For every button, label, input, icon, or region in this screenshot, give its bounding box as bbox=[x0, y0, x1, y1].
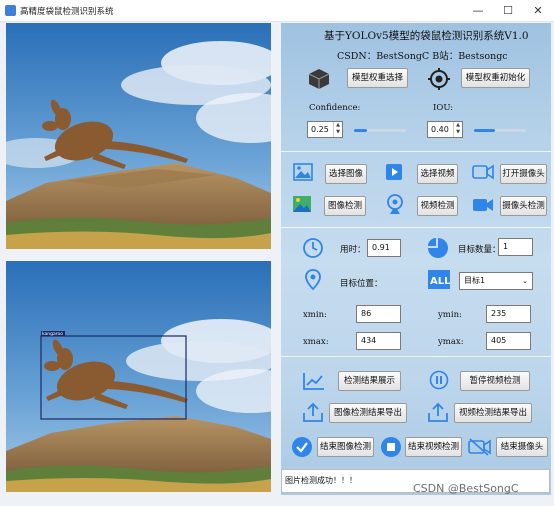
original-image-panel bbox=[6, 23, 271, 249]
xmax-label: xmax: bbox=[303, 337, 329, 347]
clock-icon bbox=[303, 238, 323, 258]
select-weights-button[interactable]: 模型权重选择 bbox=[347, 68, 408, 88]
camera-off-icon bbox=[468, 438, 491, 456]
select-image-button[interactable]: 选择图像 bbox=[325, 164, 367, 184]
iou-spinbox[interactable]: 0.40 ▲ ▼ bbox=[427, 121, 463, 138]
camera-icon bbox=[472, 164, 494, 180]
xmax-field: 434 bbox=[356, 332, 401, 350]
detection-label: kangaroo bbox=[42, 331, 63, 337]
maximize-button[interactable]: ☐ bbox=[493, 0, 523, 22]
control-panel: 基于YOLOv5模型的袋鼠检测识别系统V1.0 CSDN：BestSongC B… bbox=[281, 23, 551, 495]
confidence-label: Confidence: bbox=[309, 103, 361, 113]
minimize-button[interactable]: — bbox=[463, 0, 493, 22]
iou-slider[interactable] bbox=[474, 129, 526, 132]
close-button[interactable]: ✕ bbox=[523, 0, 553, 22]
video-camera-icon bbox=[473, 199, 493, 211]
detected-image: kangaroo bbox=[6, 261, 271, 492]
check-circle-icon bbox=[292, 437, 312, 457]
pie-chart-icon bbox=[428, 238, 448, 258]
select-video-button[interactable]: 选择视频 bbox=[417, 164, 458, 184]
count-label: 目标数量： bbox=[458, 245, 501, 255]
end-camera-button[interactable]: 结束摄像头 bbox=[496, 437, 548, 457]
end-video-detection-button[interactable]: 结束视频检测 bbox=[405, 437, 462, 457]
app-icon bbox=[5, 5, 16, 16]
original-image bbox=[6, 23, 271, 249]
confidence-spinbox[interactable]: 0.25 ▲ ▼ bbox=[307, 121, 343, 138]
landscape-icon bbox=[293, 196, 311, 212]
watermark: CSDN @BestSongC bbox=[413, 482, 519, 495]
count-field: 1 bbox=[498, 238, 533, 256]
time-field: 0.91 bbox=[367, 239, 401, 257]
svg-text:ALL: ALL bbox=[430, 276, 450, 287]
line-chart-icon bbox=[303, 373, 324, 390]
chevron-down-icon: ⌄ bbox=[522, 277, 528, 285]
iou-label: IOU: bbox=[433, 103, 454, 113]
app-subtitle: CSDN：BestSongC B站：Bestsongc bbox=[337, 51, 508, 62]
upload-icon bbox=[428, 402, 448, 422]
stop-circle-icon bbox=[381, 437, 401, 457]
ymin-label: ymin: bbox=[438, 310, 462, 320]
export-image-results-button[interactable]: 图像检测结果导出 bbox=[329, 403, 407, 423]
video-play-icon bbox=[386, 164, 402, 180]
position-label: 目标位置： bbox=[340, 279, 383, 289]
pause-video-button[interactable]: 暂停视频检测 bbox=[460, 371, 530, 391]
xmin-field: 86 bbox=[356, 305, 401, 323]
confidence-slider[interactable] bbox=[354, 129, 406, 132]
export-video-results-button[interactable]: 视频检测结果导出 bbox=[454, 403, 532, 423]
time-label: 用时： bbox=[340, 245, 366, 255]
detect-camera-button[interactable]: 摄像头检测 bbox=[500, 196, 547, 216]
end-image-detection-button[interactable]: 结束图像检测 bbox=[317, 437, 374, 457]
ymin-field: 235 bbox=[486, 305, 531, 323]
ymax-label: ymax: bbox=[438, 337, 464, 347]
cube-icon bbox=[308, 69, 330, 89]
open-camera-button[interactable]: 打开摄像头 bbox=[500, 164, 547, 184]
window-title: 高精度袋鼠检测识别系统 bbox=[20, 7, 114, 17]
app-title: 基于YOLOv5模型的袋鼠检测识别系统V1.0 bbox=[324, 30, 529, 42]
show-results-button[interactable]: 检测结果展示 bbox=[338, 371, 401, 391]
pause-icon bbox=[429, 370, 449, 390]
webcam-icon bbox=[387, 194, 403, 214]
detect-video-button[interactable]: 视频检测 bbox=[417, 196, 458, 216]
all-icon: ALL bbox=[428, 270, 450, 289]
detected-image-panel: kangaroo bbox=[6, 261, 271, 492]
detect-image-button[interactable]: 图像检测 bbox=[324, 196, 366, 216]
image-icon bbox=[293, 163, 313, 181]
target-icon bbox=[428, 68, 450, 90]
xmin-label: xmin: bbox=[303, 310, 327, 320]
init-weights-button[interactable]: 模型权重初始化 bbox=[461, 68, 530, 88]
ymax-field: 405 bbox=[486, 332, 531, 350]
target-select[interactable]: 目标1 ⌄ bbox=[459, 272, 533, 290]
upload-icon bbox=[303, 402, 323, 422]
location-pin-icon bbox=[305, 269, 321, 291]
